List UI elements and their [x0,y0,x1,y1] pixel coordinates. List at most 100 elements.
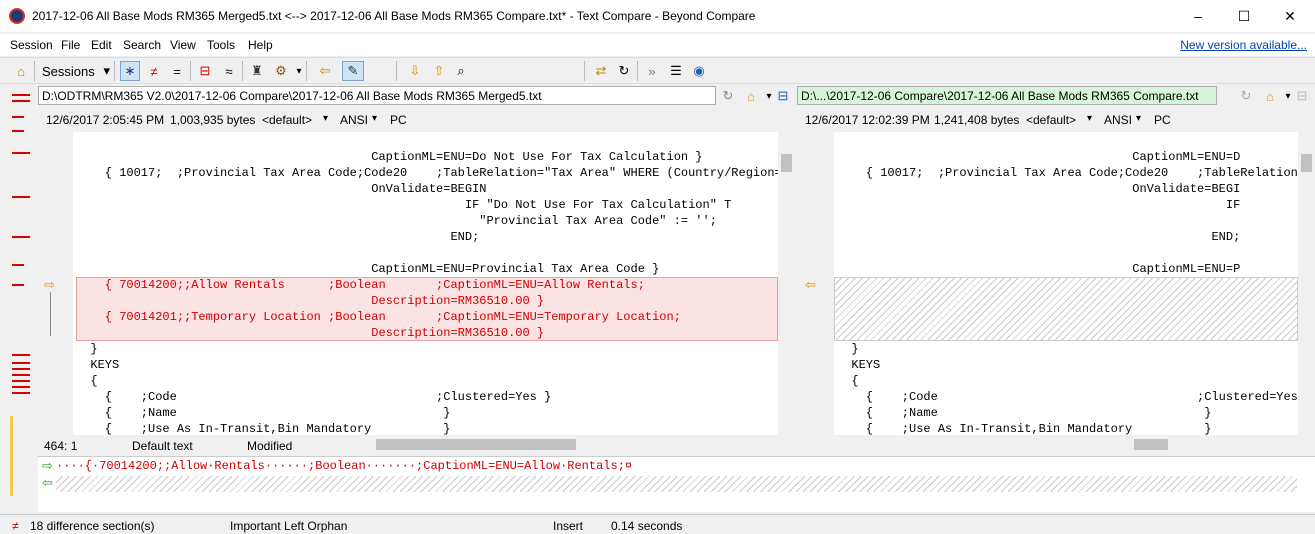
ignore-icon[interactable]: ☰ [667,61,685,81]
code-line: KEYS [76,358,120,372]
left-text-pane[interactable]: ⇨ CaptionML=ENU=Do Not Use For Tax Calcu… [38,132,778,435]
context-icon[interactable]: ⊟ [196,61,214,81]
app-icon[interactable] [9,8,25,24]
code-line: { 10017; ;Provincial Tax Area Code;Code2… [837,166,1298,180]
right-text-pane[interactable]: ⇦ CaptionML=ENU=D { 10017; ;Provincial T… [799,132,1298,435]
menu-search[interactable]: Search [123,38,161,52]
sessions-button[interactable]: Sessions ▾ [42,61,110,81]
left-info-bar: 12/6/2017 2:05:45 PM 1,003,935 bytes <de… [38,110,798,130]
code-line: { ;Name } [76,406,451,420]
window-title: 2017-12-06 All Base Mods RM365 Merged5.t… [32,9,756,23]
maximize-button[interactable]: ☐ [1221,0,1267,32]
title-bar: 2017-12-06 All Base Mods RM365 Merged5.t… [0,0,1315,32]
menu-bar: Session File Edit Search View Tools Help… [0,34,1315,56]
code-line: OnValidate=BEGI [837,182,1241,196]
close-button[interactable]: ✕ [1267,0,1313,32]
right-eol-label[interactable]: PC [1154,113,1171,127]
code-line: { ;Name } [837,406,1212,420]
code-line: CaptionML=ENU=Provincial Tax Area Code } [76,262,660,276]
left-open-folder-icon[interactable]: ⌂ [742,86,760,106]
overview-mark [12,374,30,376]
new-version-link[interactable]: New version available... [1180,38,1307,52]
overview-mark [12,152,30,154]
menu-help[interactable]: Help [248,38,273,52]
show-diffs-icon[interactable]: ≠ [145,61,163,81]
prev-diff-icon[interactable]: ⇧ [430,61,448,81]
home-icon[interactable]: ⌂ [12,61,30,81]
right-encoding-select[interactable]: ANSI [1104,113,1132,127]
chevron-down-icon[interactable]: ▾ [1136,113,1141,124]
menu-edit[interactable]: Edit [91,38,112,52]
right-vertical-scrollbar[interactable] [1298,132,1315,435]
scrollbar-thumb[interactable] [1301,154,1312,172]
left-encoding-select[interactable]: ANSI [340,113,368,127]
status-bar: ≠ 18 difference section(s) Important Lef… [0,514,1315,534]
show-all-icon[interactable]: ∗ [120,61,140,81]
code-line: } [76,342,98,356]
menu-file[interactable]: File [61,38,80,52]
code-line: CaptionML=ENU=D [837,150,1241,164]
right-open-folder-icon[interactable]: ⌂ [1261,86,1279,106]
overview-mark [12,380,30,382]
left-history-icon[interactable]: ↻ [719,86,737,106]
overview-mark [12,386,30,388]
overview-mark [12,196,30,198]
right-horizontal-scrollbar[interactable] [1118,436,1298,453]
next-diff-icon[interactable]: ⇩ [406,61,424,81]
minor-icon[interactable]: ≈ [220,61,238,81]
left-save-icon[interactable]: ⊟ [774,86,792,106]
diff-overview[interactable] [0,86,34,511]
scrollbar-thumb[interactable] [1134,439,1168,450]
diff-code-line: Description=RM36510.00 } [76,294,545,308]
edit-icon[interactable]: ✎ [342,61,364,81]
menu-tools[interactable]: Tools [207,38,235,52]
left-format-select[interactable]: <default> [262,113,312,127]
code-line: { ;Use As In-Transit,Bin Mandatory } [76,422,451,435]
code-line: KEYS [837,358,881,372]
align-icon[interactable]: » [643,61,661,81]
web-icon[interactable]: ◉ [690,61,708,81]
orphan-status: Important Left Orphan [230,519,348,533]
left-horizontal-scrollbar[interactable] [360,436,795,453]
left-file-date: 12/6/2017 2:05:45 PM [46,113,165,127]
toolbar-separator [114,61,115,81]
format-icon[interactable]: ⚙ [272,61,290,81]
right-save-icon[interactable]: ⊟ [1293,86,1311,106]
show-same-icon[interactable]: = [168,61,186,81]
right-info-bar: 12/6/2017 12:02:39 PM 1,241,408 bytes <d… [797,110,1315,130]
current-diff-arrow-icon: ⇨ [44,277,55,292]
chevron-down-icon: ▾ [103,63,110,78]
code-line: "Provincial Tax Area Code" := ''; [76,214,717,228]
chevron-down-icon[interactable]: ▾ [323,113,328,124]
right-file-size: 1,241,408 bytes [934,113,1020,127]
find-icon[interactable]: ⌕ [452,61,470,81]
overview-mark [12,236,30,238]
reload-icon[interactable]: ↻ [615,61,633,81]
left-eol-label[interactable]: PC [390,113,407,127]
code-line: CaptionML=ENU=Do Not Use For Tax Calcula… [76,150,703,164]
rules-icon[interactable]: ♜ [248,61,266,81]
minimize-button[interactable]: – [1175,0,1221,32]
menu-session[interactable]: Session [10,38,53,52]
left-path-input[interactable]: D:\ODTRM\RM365 V2.0\2017-12-06 Compare\2… [38,86,716,105]
detail-line-left: ····{·70014200;;Allow·Rentals······;Bool… [56,459,633,473]
scrollbar-thumb[interactable] [781,154,792,172]
swap-icon[interactable]: ⇄ [592,61,610,81]
right-path-input[interactable]: D:\...\2017-12-06 Compare\2017-12-06 All… [797,86,1217,105]
code-line: } [837,342,859,356]
right-history-icon[interactable]: ↻ [1237,86,1255,106]
code-line: { [837,374,859,388]
chevron-down-icon[interactable]: ▾ [1087,113,1092,124]
scrollbar-thumb[interactable] [376,439,576,450]
toolbar-separator [637,61,638,81]
overview-mark [12,94,30,96]
overview-mark [12,284,24,286]
left-vertical-scrollbar[interactable] [778,132,795,435]
code-line: { [76,374,98,388]
menu-view[interactable]: View [170,38,196,52]
chevron-down-icon[interactable]: ▾ [372,113,377,124]
copy-left-icon[interactable]: ⇦ [316,61,334,81]
right-format-select[interactable]: <default> [1026,113,1076,127]
modified-status: Modified [247,439,293,453]
code-line: END; [76,230,480,244]
